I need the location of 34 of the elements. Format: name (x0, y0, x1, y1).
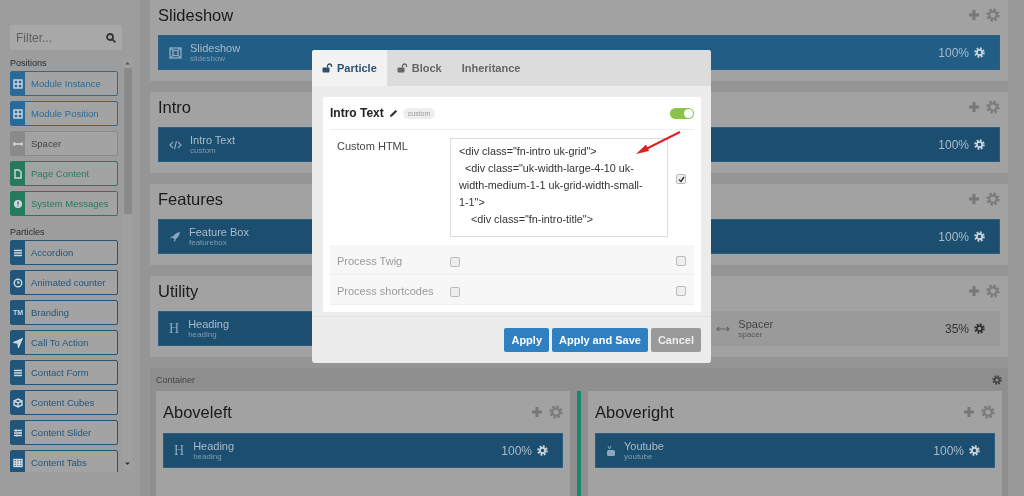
block-subtitle: slideshow (190, 53, 227, 64)
field-label: Process shortcodes (336, 285, 435, 297)
block-title: Spacer (738, 317, 774, 330)
heading-icon: H (174, 442, 185, 459)
block-subtitle: custom (190, 145, 217, 156)
block-width: 100% (938, 229, 969, 244)
container-title: Container (156, 375, 196, 385)
block-title: Slideshow (190, 41, 241, 54)
section-title: Features (158, 189, 224, 209)
block-subtitle: heading (188, 329, 217, 340)
section-title: Aboveleft (163, 402, 232, 422)
block-subtitle: featurebox (189, 237, 228, 248)
block-subtitle: heading (193, 451, 222, 462)
group-title: Particles (10, 227, 46, 238)
block-width: 100% (938, 45, 969, 60)
field-label: Custom HTML (336, 140, 409, 152)
group-title: Positions (10, 58, 48, 69)
block-width: 100% (933, 443, 964, 458)
block-width: 100% (501, 443, 532, 458)
block-title: Heading (188, 317, 230, 330)
block-title: Youtube (624, 439, 664, 452)
block-title: Heading (193, 439, 235, 452)
block-width: 100% (938, 137, 969, 152)
field-label: Process Twig (336, 255, 404, 267)
block-title: Intro Text (190, 133, 236, 146)
section-title: Intro (158, 97, 192, 117)
section-title: Aboveright (595, 402, 674, 422)
block-width: 35% (944, 321, 969, 336)
particle-title: Intro Text (330, 106, 384, 120)
heading-icon: H (169, 320, 180, 337)
block-subtitle: youtube (624, 451, 654, 462)
section-title: Utility (158, 281, 199, 301)
block-title: Feature Box (189, 225, 249, 238)
section-title: Slideshow (158, 5, 234, 25)
